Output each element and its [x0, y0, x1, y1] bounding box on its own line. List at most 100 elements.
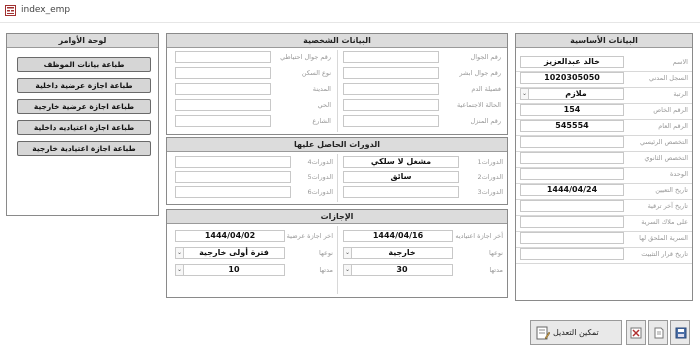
casual-leave-duration-field[interactable]: 10: [183, 264, 285, 276]
general-number-row: 545554 الرقم العام: [516, 120, 692, 133]
backup-mobile-field[interactable]: [175, 51, 271, 63]
casual-leave-type-label: نوعها: [318, 249, 333, 257]
course-3-field[interactable]: [343, 186, 459, 198]
minor-label: التخصص الثانوي: [644, 154, 688, 162]
minor-row: التخصص الثانوي: [516, 152, 692, 165]
civil-id-field[interactable]: 1020305050: [520, 72, 624, 84]
company-roster-field[interactable]: [520, 216, 624, 228]
course-2-row: سائق الدورات2: [339, 171, 505, 184]
minor-field[interactable]: [520, 152, 624, 164]
confirmation-date-field[interactable]: [520, 248, 624, 260]
mobile-field[interactable]: [343, 51, 439, 63]
name-row: خالد عبدالعزيز الاسم: [516, 56, 692, 69]
print-regular-internal-button[interactable]: طباعة اجازة اعتياديه داخلية: [17, 120, 151, 135]
casual-leave-type-field[interactable]: فترة أولى خارجية: [183, 247, 285, 259]
hire-date-field[interactable]: 1444/04/24: [520, 184, 624, 196]
course-4-row: الدورات4: [171, 156, 335, 169]
backup-mobile-row: رقم جوال احتياطي: [171, 51, 335, 64]
basic-panel: البيانات الأساسية خالد عبدالعزيز الاسم 1…: [515, 33, 693, 301]
last-regular-leave-field[interactable]: 1444/04/16: [343, 230, 453, 242]
home-phone-row: رقم المنزل: [339, 115, 505, 128]
save-record-button[interactable]: [670, 320, 690, 345]
form-icon: [5, 5, 16, 16]
regular-leave-type-field[interactable]: خارجية: [351, 247, 453, 259]
name-label: الاسم: [672, 58, 688, 66]
course-6-label: الدورات6: [307, 188, 333, 196]
blood-field[interactable]: [343, 83, 439, 95]
absher-label: رقم جوال ابشر: [459, 69, 501, 77]
major-field[interactable]: [520, 136, 624, 148]
title-bar: index_emp: [0, 0, 700, 23]
rank-label: الرتبة: [673, 90, 688, 98]
absher-field[interactable]: [343, 67, 439, 79]
unit-row: الوحدة: [516, 168, 692, 181]
leaves-header: الإجازات: [167, 210, 507, 224]
regular-leave-duration-field[interactable]: 30: [351, 264, 453, 276]
name-field[interactable]: خالد عبدالعزيز: [520, 56, 624, 68]
print-casual-external-button[interactable]: طباعة اجازة عرضية خارجية: [17, 99, 151, 114]
course-5-label: الدورات5: [307, 173, 333, 181]
unit-field[interactable]: [520, 168, 624, 180]
last-regular-leave-row: 1444/04/16 أخر اجازة اعتياديه: [339, 230, 505, 243]
attached-company-field[interactable]: [520, 232, 624, 244]
course-1-field[interactable]: مشغل لا سلكي: [343, 156, 459, 168]
street-label: الشارع: [312, 117, 331, 125]
home-phone-field[interactable]: [343, 115, 439, 127]
enable-edit-button[interactable]: تمكين التعديل: [530, 320, 622, 345]
housing-row: نوع السكن: [171, 67, 335, 80]
regular-leave-duration-label: مدتها: [489, 266, 503, 274]
commands-panel: لوحة الأوامر طباعة بيانات الموظف طباعة ا…: [6, 33, 159, 216]
course-5-row: الدورات5: [171, 171, 335, 184]
promotion-date-field[interactable]: [520, 200, 624, 212]
general-number-label: الرقم العام: [658, 122, 688, 130]
print-regular-external-button[interactable]: طباعة اجازة اعتيادية خارجية: [17, 141, 151, 156]
street-field[interactable]: [175, 115, 271, 127]
district-field[interactable]: [175, 99, 271, 111]
last-casual-leave-label: اخر اجازة عرضية: [286, 232, 333, 240]
confirmation-date-label: تاريخ قرار التثبيت: [641, 250, 688, 258]
marital-label: الحالة الاجتماعية: [456, 101, 501, 109]
rank-field[interactable]: ملازم: [528, 88, 624, 100]
course-1-row: مشغل لا سلكي الدورات1: [339, 156, 505, 169]
courses-panel: الدورات الحاصل عليها مشغل لا سلكي الدورا…: [166, 137, 508, 205]
course-4-label: الدورات4: [307, 158, 333, 166]
new-record-button[interactable]: [648, 320, 668, 345]
marital-field[interactable]: [343, 99, 439, 111]
print-casual-internal-button[interactable]: طباعة اجازة عرضية داخلية: [17, 78, 151, 93]
course-5-field[interactable]: [175, 171, 291, 183]
housing-field[interactable]: [175, 67, 271, 79]
city-row: المدينة: [171, 83, 335, 96]
general-number-field[interactable]: 545554: [520, 120, 624, 132]
edit-icon: [536, 326, 550, 340]
major-row: التخصص الرئيسي: [516, 136, 692, 149]
last-casual-leave-field[interactable]: 1444/04/02: [175, 230, 285, 242]
city-field[interactable]: [175, 83, 271, 95]
civil-id-row: 1020305050 السجل المدني: [516, 72, 692, 85]
backup-mobile-label: رقم جوال احتياطي: [280, 53, 331, 61]
blood-label: فصيلة الدم: [471, 85, 501, 93]
enable-edit-label: تمكين التعديل: [553, 328, 599, 337]
last-casual-leave-row: 1444/04/02 اخر اجازة عرضية: [171, 230, 335, 243]
city-label: المدينة: [312, 85, 331, 93]
course-4-field[interactable]: [175, 156, 291, 168]
course-6-field[interactable]: [175, 186, 291, 198]
leaves-panel: الإجازات 1444/04/16 أخر اجازة اعتياديه ⌄…: [166, 209, 508, 298]
course-2-field[interactable]: سائق: [343, 171, 459, 183]
regular-leave-type-row: ⌄ خارجية نوعها: [339, 247, 505, 260]
course-6-row: الدورات6: [171, 186, 335, 199]
confirmation-date-row: تاريخ قرار التثبيت: [516, 248, 692, 261]
company-roster-label: على ملاك السرية: [641, 218, 688, 226]
attached-company-label: السرية الملحق لها: [639, 234, 688, 242]
private-number-label: الرقم الخاص: [653, 106, 688, 114]
private-number-field[interactable]: 154: [520, 104, 624, 116]
regular-leave-duration-row: ⌄ 30 مدتها: [339, 264, 505, 277]
blood-row: فصيلة الدم: [339, 83, 505, 96]
promotion-date-label: تاريخ آخر ترقية: [647, 202, 688, 210]
hire-date-row: 1444/04/24 تاريخ التعيين: [516, 184, 692, 197]
mobile-row: رقم الجوال: [339, 51, 505, 64]
casual-leave-type-row: ⌄ فترة أولى خارجية نوعها: [171, 247, 335, 260]
delete-record-button[interactable]: [626, 320, 646, 345]
print-employee-button[interactable]: طباعة بيانات الموظف: [17, 57, 151, 72]
casual-leave-duration-row: ⌄ 10 مدتها: [171, 264, 335, 277]
course-2-label: الدورات2: [477, 173, 503, 181]
